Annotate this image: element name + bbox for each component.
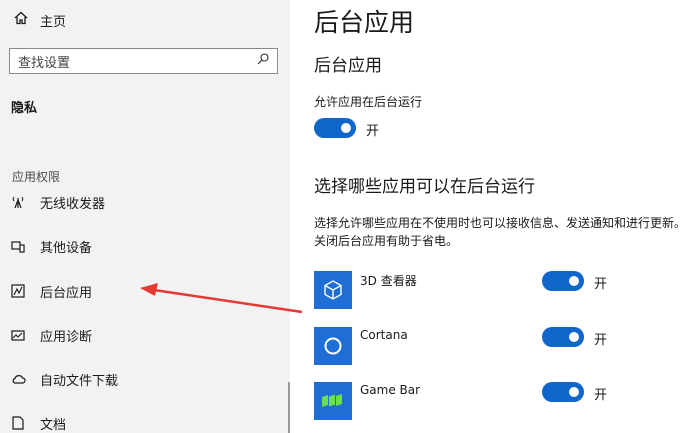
search-placeholder: 查找设置 (18, 55, 71, 71)
choose-apps-description: 选择允许哪些应用在不使用时也可以接收信息、发送通知和进行更新。关闭后台应用有助于… (314, 216, 687, 248)
sidebar-item-label: 自动文件下载 (40, 373, 119, 389)
document-icon (10, 415, 26, 431)
app-diagnostics-icon (10, 327, 26, 343)
allow-background-toggle[interactable] (314, 118, 356, 138)
sidebar: 主页 查找设置 隐私 应用权限 无线收发器 其他设备 后台应用 应用诊断 自动文… (0, 0, 290, 433)
section-title: 后台应用 (314, 56, 382, 76)
sidebar-item-label: 其他设备 (40, 240, 93, 256)
cloud-icon (10, 371, 26, 387)
3d-viewer-toggle-state: 开 (594, 277, 608, 292)
sidebar-item-auto-download[interactable]: 自动文件下载 (10, 367, 118, 391)
devices-icon (10, 238, 26, 254)
cortana-toggle-state: 开 (594, 333, 608, 348)
sidebar-item-other-devices[interactable]: 其他设备 (10, 234, 92, 258)
allow-background-toggle-state: 开 (366, 124, 380, 139)
app-name-3d-viewer: 3D 查看器 (360, 274, 417, 288)
search-icon[interactable] (257, 53, 269, 69)
sidebar-item-label: 文档 (40, 417, 67, 433)
sidebar-item-app-diagnostics[interactable]: 应用诊断 (10, 323, 92, 347)
main-content: 后台应用 后台应用 允许应用在后台运行 开 选择哪些应用可以在后台运行 选择允许… (290, 0, 688, 433)
sidebar-item-radios[interactable]: 无线收发器 (10, 190, 105, 214)
app-name-game-bar: Game Bar (360, 383, 421, 397)
home-link[interactable]: 主页 (14, 10, 66, 30)
background-apps-icon (10, 283, 26, 299)
sidebar-item-label: 应用诊断 (40, 329, 93, 345)
choose-apps-title: 选择哪些应用可以在后台运行 (314, 177, 535, 197)
home-icon (14, 11, 28, 29)
app-permissions-label: 应用权限 (12, 170, 61, 184)
cortana-toggle[interactable] (542, 327, 584, 347)
page-title: 后台应用 (314, 8, 415, 37)
sidebar-item-label: 无线收发器 (40, 196, 106, 212)
sidebar-item-label: 后台应用 (40, 285, 93, 301)
annotation-arrow (140, 283, 303, 314)
radio-tower-icon (10, 194, 26, 210)
3d-viewer-toggle[interactable] (542, 271, 584, 291)
home-label: 主页 (40, 14, 67, 30)
allow-background-label: 允许应用在后台运行 (314, 95, 423, 109)
3d-viewer-icon (314, 271, 352, 309)
sidebar-item-documents[interactable]: 文档 (10, 411, 66, 433)
app-name-cortana: Cortana (360, 328, 408, 342)
game-bar-toggle[interactable] (542, 382, 584, 402)
sidebar-item-background-apps[interactable]: 后台应用 (10, 279, 92, 303)
game-bar-toggle-state: 开 (594, 388, 608, 403)
privacy-heading: 隐私 (11, 101, 38, 116)
search-input[interactable]: 查找设置 (9, 48, 278, 74)
cortana-icon (314, 327, 352, 365)
game-bar-icon (314, 382, 352, 420)
